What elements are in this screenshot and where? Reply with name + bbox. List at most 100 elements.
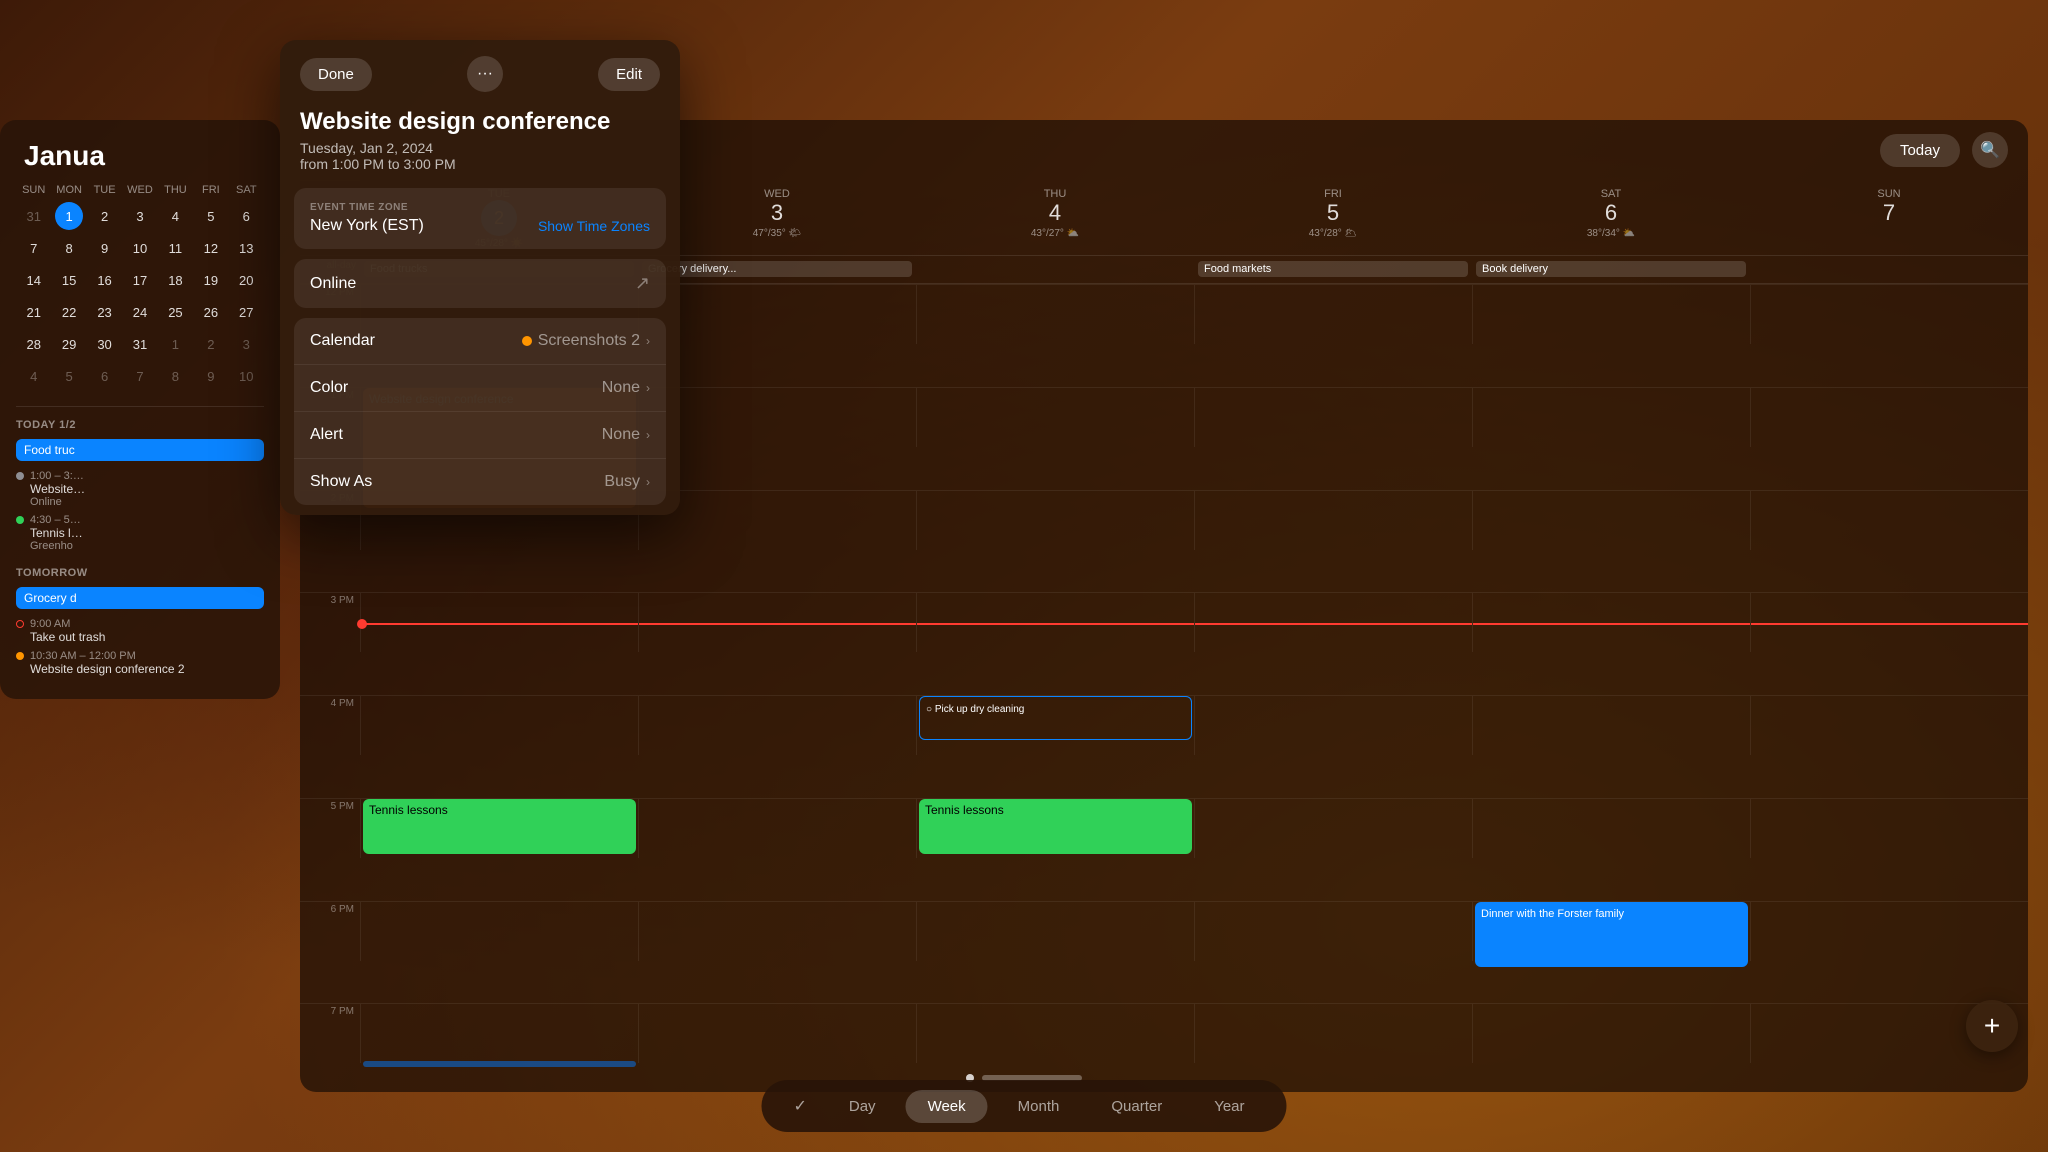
sidebar-event-item[interactable]: 9:00 AM Take out trash — [16, 615, 264, 647]
cal-day[interactable]: 27 — [232, 298, 260, 326]
cal-day[interactable]: 8 — [161, 362, 189, 390]
event-pickup-dry[interactable]: ○ Pick up dry cleaning — [919, 696, 1192, 740]
cal-day[interactable]: 16 — [91, 266, 119, 294]
nav-item-day[interactable]: Day — [827, 1090, 898, 1123]
col-header-sun[interactable]: SUN 7 — [1750, 180, 2028, 255]
allday-event[interactable]: Book delivery — [1476, 261, 1746, 277]
cal-day[interactable]: 20 — [232, 266, 260, 294]
nav-item-year[interactable]: Year — [1192, 1090, 1266, 1123]
time-cell-fri-6pm[interactable] — [1194, 901, 1472, 961]
time-cell-sun-2pm[interactable] — [1750, 490, 2028, 550]
today-button[interactable]: Today — [1880, 134, 1960, 167]
time-cell-fri-12[interactable] — [1194, 284, 1472, 344]
cal-day[interactable]: 31 — [20, 202, 48, 230]
cal-day[interactable]: 1 — [161, 330, 189, 358]
cal-day[interactable]: 7 — [20, 234, 48, 262]
cal-day[interactable]: 2 — [91, 202, 119, 230]
show-as-row[interactable]: Show As Busy › — [294, 459, 666, 505]
time-cell-fri-5pm[interactable] — [1194, 798, 1472, 858]
time-cell-fri-2pm[interactable] — [1194, 490, 1472, 550]
cal-day[interactable]: 11 — [161, 234, 189, 262]
cal-day[interactable]: 2 — [197, 330, 225, 358]
cal-day[interactable]: 26 — [197, 298, 225, 326]
allday-event[interactable]: Grocery delivery... — [642, 261, 912, 277]
cal-day[interactable]: 7 — [126, 362, 154, 390]
time-cell-sun-6pm[interactable] — [1750, 901, 2028, 961]
edit-button[interactable]: Edit — [598, 58, 660, 91]
time-cell-tue-4pm[interactable] — [360, 695, 638, 755]
time-cell-fri-3pm[interactable] — [1194, 592, 1472, 652]
cal-day[interactable]: 5 — [197, 202, 225, 230]
time-cell-sun-4pm[interactable] — [1750, 695, 2028, 755]
cal-day[interactable]: 12 — [197, 234, 225, 262]
time-cell-sat-4pm[interactable] — [1472, 695, 1750, 755]
time-cell-sun-12[interactable] — [1750, 284, 2028, 344]
event-dinner-forster[interactable]: Dinner with the Forster family — [1475, 902, 1748, 967]
cal-day[interactable]: 21 — [20, 298, 48, 326]
cal-day[interactable]: 23 — [91, 298, 119, 326]
cal-day[interactable]: 30 — [91, 330, 119, 358]
nav-item-week[interactable]: Week — [906, 1090, 988, 1123]
cal-day[interactable]: 3 — [232, 330, 260, 358]
cal-day[interactable]: 22 — [55, 298, 83, 326]
time-cell-tue-3pm[interactable] — [360, 592, 638, 652]
cal-day[interactable]: 9 — [197, 362, 225, 390]
add-event-button[interactable]: + — [1966, 1000, 2018, 1052]
time-cell-thu-2pm[interactable] — [916, 490, 1194, 550]
time-cell-fri-1pm[interactable] — [1194, 387, 1472, 447]
cal-day[interactable]: 19 — [197, 266, 225, 294]
time-cell-wed-6pm[interactable] — [638, 901, 916, 961]
time-cell-tue-7pm[interactable] — [360, 1003, 638, 1063]
time-cell-thu-4pm[interactable]: ○ Pick up dry cleaning — [916, 695, 1194, 755]
cal-day[interactable]: 13 — [232, 234, 260, 262]
time-cell-tue-5pm[interactable]: Tennis lessons — [360, 798, 638, 858]
nav-check-icon[interactable]: ✓ — [781, 1088, 818, 1124]
time-cell-thu-3pm[interactable] — [916, 592, 1194, 652]
time-cell-wed-3pm[interactable] — [638, 592, 916, 652]
cal-day[interactable]: 29 — [55, 330, 83, 358]
nav-item-quarter[interactable]: Quarter — [1089, 1090, 1184, 1123]
cal-day[interactable]: 28 — [20, 330, 48, 358]
time-cell-thu-1pm[interactable] — [916, 387, 1194, 447]
cal-day[interactable]: 10 — [126, 234, 154, 262]
cal-day[interactable]: 17 — [126, 266, 154, 294]
time-cell-sat-5pm[interactable] — [1472, 798, 1750, 858]
cal-day[interactable]: 3 — [126, 202, 154, 230]
time-cell-thu-5pm[interactable]: Tennis lessons — [916, 798, 1194, 858]
cal-day[interactable]: 5 — [55, 362, 83, 390]
sidebar-event-item[interactable]: 10:30 AM – 12:00 PM Website design confe… — [16, 647, 264, 679]
sidebar-event-item[interactable]: 4:30 – 5… Tennis l… Greenho — [16, 511, 264, 555]
time-cell-sat-12[interactable] — [1472, 284, 1750, 344]
cal-day-today[interactable]: 1 — [55, 202, 83, 230]
nav-item-month[interactable]: Month — [996, 1090, 1082, 1123]
search-button[interactable]: 🔍 — [1972, 132, 2008, 168]
time-cell-wed-5pm[interactable] — [638, 798, 916, 858]
col-header-fri[interactable]: FRI 5 43°/28° 🌥 — [1194, 180, 1472, 255]
cal-day[interactable]: 24 — [126, 298, 154, 326]
cal-day[interactable]: 25 — [161, 298, 189, 326]
cal-day[interactable]: 6 — [91, 362, 119, 390]
cal-day[interactable]: 4 — [20, 362, 48, 390]
sidebar-event-item[interactable]: 1:00 – 3:… Website… Online — [16, 467, 264, 511]
time-cell-wed-7pm[interactable] — [638, 1003, 916, 1063]
cal-day[interactable]: 10 — [232, 362, 260, 390]
time-cell-thu-7pm[interactable] — [916, 1003, 1194, 1063]
alert-row[interactable]: Alert None › — [294, 412, 666, 459]
color-row[interactable]: Color None › — [294, 365, 666, 412]
time-cell-sun-1pm[interactable] — [1750, 387, 2028, 447]
calendar-row[interactable]: Calendar Screenshots 2 › — [294, 318, 666, 365]
cal-day[interactable]: 4 — [161, 202, 189, 230]
time-cell-sun-3pm[interactable] — [1750, 592, 2028, 652]
col-header-sat[interactable]: SAT 6 38°/34° ⛅ — [1472, 180, 1750, 255]
cal-day[interactable]: 8 — [55, 234, 83, 262]
time-cell-sat-3pm[interactable] — [1472, 592, 1750, 652]
done-button[interactable]: Done — [300, 58, 372, 91]
event-tennis-tue[interactable]: Tennis lessons — [363, 799, 636, 854]
sidebar-tomorrow-badge[interactable]: Grocery d — [16, 587, 264, 609]
time-cell-thu-6pm[interactable] — [916, 901, 1194, 961]
time-cell-sat-7pm[interactable] — [1472, 1003, 1750, 1063]
online-row[interactable]: Online ↗ — [294, 259, 666, 308]
time-cell-thu-12[interactable] — [916, 284, 1194, 344]
time-cell-sat-2pm[interactable] — [1472, 490, 1750, 550]
cal-day[interactable]: 15 — [55, 266, 83, 294]
